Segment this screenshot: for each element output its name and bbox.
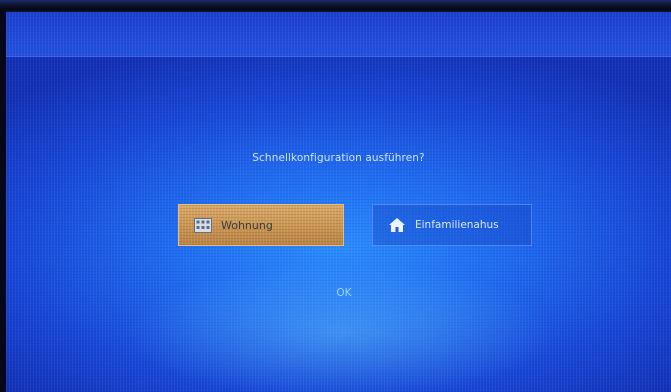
apartment-building-icon [193, 217, 213, 233]
screen-glow [126, 262, 556, 392]
monitor-bezel-top [0, 0, 671, 10]
option-apartment-label: Wohnung [221, 218, 273, 232]
option-house-label: Einfamilienahus [415, 219, 499, 231]
house-icon [387, 217, 407, 233]
screen: Schnellkonfiguration ausführen? Wohnung … [6, 12, 671, 392]
dialog-title: Schnellkonfiguration ausführen? [252, 152, 425, 164]
option-apartment-button[interactable]: Wohnung [178, 204, 344, 246]
ok-button[interactable]: OK [324, 284, 364, 302]
option-house-button[interactable]: Einfamilienahus [372, 204, 532, 246]
